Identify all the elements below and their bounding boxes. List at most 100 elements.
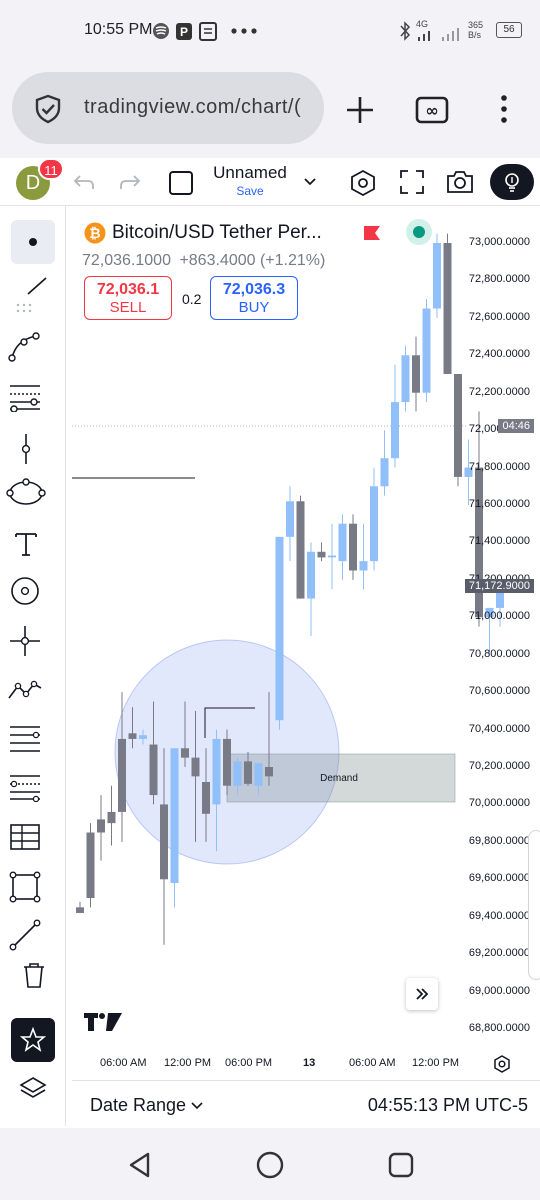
price-axis-tick: 70,400.0000 [468,722,530,735]
candle-body [359,561,368,571]
price-axis-tick: 69,200.0000 [468,947,530,960]
price-range-tool-icon[interactable] [16,432,36,466]
favorites-button[interactable] [11,1018,55,1062]
candle-body [160,804,168,880]
ellipse-tool-icon[interactable] [6,478,46,508]
recents-icon[interactable] [386,1150,416,1180]
scroll-to-realtime-button[interactable] [406,978,438,1010]
fullscreen-icon[interactable] [398,168,426,196]
layout-selector[interactable]: Unnamed Save [205,163,295,198]
ideas-button[interactable] [490,164,534,200]
price-axis-tick: 70,200.0000 [468,760,530,772]
price-axis-tick: 72,400.0000 [468,348,530,361]
svg-text:P: P [180,25,188,39]
fib-retracement-tool-icon[interactable] [8,382,42,412]
price-axis-tick: 72,800.0000 [468,273,530,286]
sell-button[interactable]: 72,036.1 SELL [84,276,172,320]
address-bar[interactable]: tradingview.com/chart/( [12,72,324,144]
dot-cursor-icon [29,238,37,246]
chevron-down-icon[interactable] [302,174,318,190]
undo-icon[interactable] [72,170,96,194]
text-tool-icon[interactable] [12,530,40,558]
hexagon-settings-icon[interactable] [348,168,378,198]
candle-body [401,355,410,403]
side-panel-handle[interactable] [528,830,540,980]
home-icon[interactable] [254,1149,286,1181]
price-axis-tick: 71,800.0000 [468,460,530,473]
path-tool-icon[interactable] [8,330,42,364]
redo-icon[interactable] [118,170,142,194]
tabs-switcher-icon[interactable]: ∞ [414,94,450,126]
url-text[interactable]: tradingview.com/chart/( [84,96,320,119]
symbol-stats: 72,036.1000 +863.4000 (+1.21%) [82,252,325,270]
crosshair-tool-icon[interactable] [8,624,42,658]
back-icon[interactable] [126,1150,154,1180]
buy-button[interactable]: 72,036.3 BUY [210,276,298,320]
time-axis-tick: 06:00 PM [225,1057,273,1069]
price-axis-tick: 73,000.0000 [468,236,530,248]
candle-body [233,761,242,786]
pattern-tool-icon[interactable] [6,676,44,702]
sell-price: 72,036.1 [96,281,160,298]
candle-body [97,819,105,833]
candle-body [128,733,137,739]
candle-body [107,811,116,824]
chart-pane[interactable]: Demand ₿ Bitcoin/USD Tether Per... 72,03… [72,210,540,1080]
last-price: 72,036.1000 [82,252,171,269]
time-axis-tick: 06:00 AM [349,1057,396,1069]
candle-body [254,763,263,786]
line-tool-icon[interactable] [8,918,42,952]
layout-square-icon[interactable] [167,169,195,197]
price-axis-tick: 69,800.0000 [468,834,530,847]
buy-price: 72,036.3 [222,281,286,298]
layers-icon[interactable] [18,1074,48,1104]
flag-icon[interactable] [362,224,382,242]
speed-unit: B/s [468,30,482,40]
fib-extension-tool-icon[interactable] [6,772,44,802]
candle-body [139,735,147,739]
chevron-down-icon[interactable] [190,1099,204,1113]
candle-body [338,523,347,562]
trash-icon[interactable] [20,960,48,990]
browser-menu-icon[interactable] [494,92,514,128]
candle-body [170,748,179,884]
lightbulb-icon [505,173,519,192]
table-tool-icon[interactable] [8,822,42,852]
signal-icon [418,28,459,41]
countdown-tag: 04:46 [498,419,534,433]
time-axis-tick: 13 [303,1057,316,1069]
drawing-toolbar [0,206,66,1126]
candle-body [412,355,420,393]
axis-settings-icon[interactable] [492,1054,512,1074]
candle-body [191,757,200,777]
cursor-tool[interactable] [11,220,55,264]
market-status [406,219,432,245]
rectangle-tool-icon[interactable] [8,870,42,904]
camera-icon[interactable] [444,167,476,197]
candle-body [380,458,389,487]
battery-level: 56 [503,24,515,35]
new-tab-icon[interactable] [344,94,376,126]
symbol-title[interactable]: Bitcoin/USD Tether Per... [112,222,322,244]
parallel-channel-tool-icon[interactable] [6,722,44,754]
candle-body [118,738,126,812]
candle-body [181,748,189,758]
buy-label: BUY [238,299,270,316]
date-range-button[interactable]: Date Range [90,1095,186,1116]
svg-text:₿: ₿ [89,226,100,242]
save-button[interactable]: Save [205,184,295,198]
trend-line-tool-icon[interactable] [24,274,50,298]
circle-target-tool-icon[interactable] [8,574,42,608]
candle-body [76,907,84,913]
bluetooth-icon [400,21,411,41]
chart-bottom-bar: Date Range 04:55:13 PM UTC-5 [72,1080,540,1128]
candle-body [454,374,462,477]
status-app-icons: P [153,22,257,41]
chart-top-toolbar: D 11 Unnamed Save [0,158,540,206]
battery-icon: 56 [496,22,522,38]
shield-check-icon[interactable] [34,94,62,124]
chart-clock[interactable]: 04:55:13 PM UTC-5 [368,1095,528,1116]
layout-name[interactable]: Unnamed [205,163,295,183]
drag-handle-icon[interactable] [14,302,38,314]
demand-zone-label: Demand [320,773,358,784]
